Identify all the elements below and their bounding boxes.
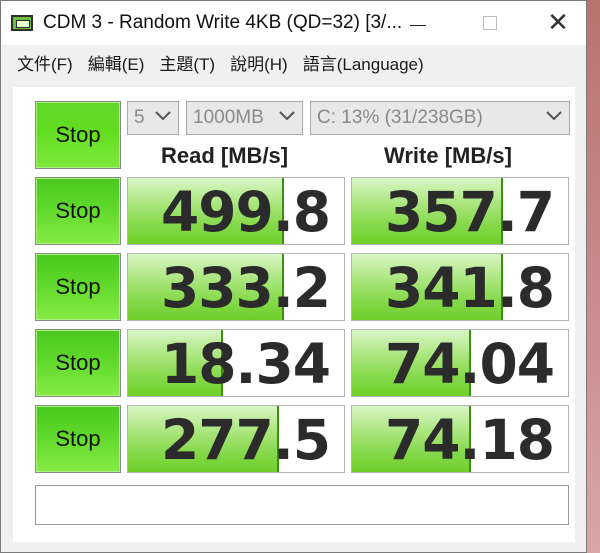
chevron-down-icon [277,108,297,128]
window-title: CDM 3 - Random Write 4KB (QD=32) [3/... [43,12,403,33]
chevron-down-icon [153,108,173,128]
size-value: 1000MB [193,107,264,128]
all-stop-button[interactable]: Stop [35,101,121,169]
close-button[interactable]: ✕ [535,1,581,45]
row-4-stop-button[interactable]: Stop [35,405,121,473]
read-value: 18.34 [161,332,331,396]
minimize-button[interactable] [395,1,441,45]
row-1-stop-button[interactable]: Stop [35,177,121,245]
row-3-read-cell: 18.34 [127,329,345,397]
row-3-write-cell: 74.04 [351,329,569,397]
row-1-read-cell: 499.8 [127,177,345,245]
app-icon [11,15,33,31]
row-2-read-cell: 333.2 [127,253,345,321]
read-value: 277.5 [161,408,331,472]
write-value: 74.18 [385,408,555,472]
cdm-window: CDM 3 - Random Write 4KB (QD=32) [3/... … [0,0,587,553]
drive-value: C: 13% (31/238GB) [317,107,483,128]
menu-edit[interactable]: 編輯(E) [88,50,145,75]
row-3-stop-button[interactable]: Stop [35,329,121,397]
size-select[interactable]: 1000MB [186,101,303,135]
menu-language[interactable]: 語言(Language) [303,50,424,75]
menu-help[interactable]: 說明(H) [230,50,288,75]
row-2-write-cell: 341.8 [351,253,569,321]
row-4-write-cell: 74.18 [351,405,569,473]
menu-bar: 文件(F) 編輯(E) 主題(T) 說明(H) 語言(Language) [1,45,586,79]
maximize-button[interactable] [467,1,513,45]
count-value: 5 [134,107,145,128]
read-value: 333.2 [161,256,331,320]
benchmark-panel: Stop 5 1000MB C: 13% (31/238GB) Read [MB… [13,87,575,542]
drive-select[interactable]: C: 13% (31/238GB) [310,101,570,135]
count-select[interactable]: 5 [127,101,179,135]
write-value: 357.7 [385,180,555,244]
row-1-write-cell: 357.7 [351,177,569,245]
write-header: Write [MB/s] [384,143,512,168]
menu-theme[interactable]: 主題(T) [159,50,215,75]
close-icon: ✕ [547,8,569,38]
row-4-read-cell: 277.5 [127,405,345,473]
menu-file[interactable]: 文件(F) [17,50,73,75]
read-header: Read [MB/s] [161,143,289,168]
status-textbox[interactable] [35,485,569,525]
title-bar[interactable]: CDM 3 - Random Write 4KB (QD=32) [3/... … [1,1,586,45]
maximize-icon [483,16,497,30]
write-value: 341.8 [385,256,555,320]
chevron-down-icon [544,108,564,128]
write-value: 74.04 [385,332,555,396]
read-value: 499.8 [161,180,331,244]
minimize-icon [410,24,426,26]
row-2-stop-button[interactable]: Stop [35,253,121,321]
